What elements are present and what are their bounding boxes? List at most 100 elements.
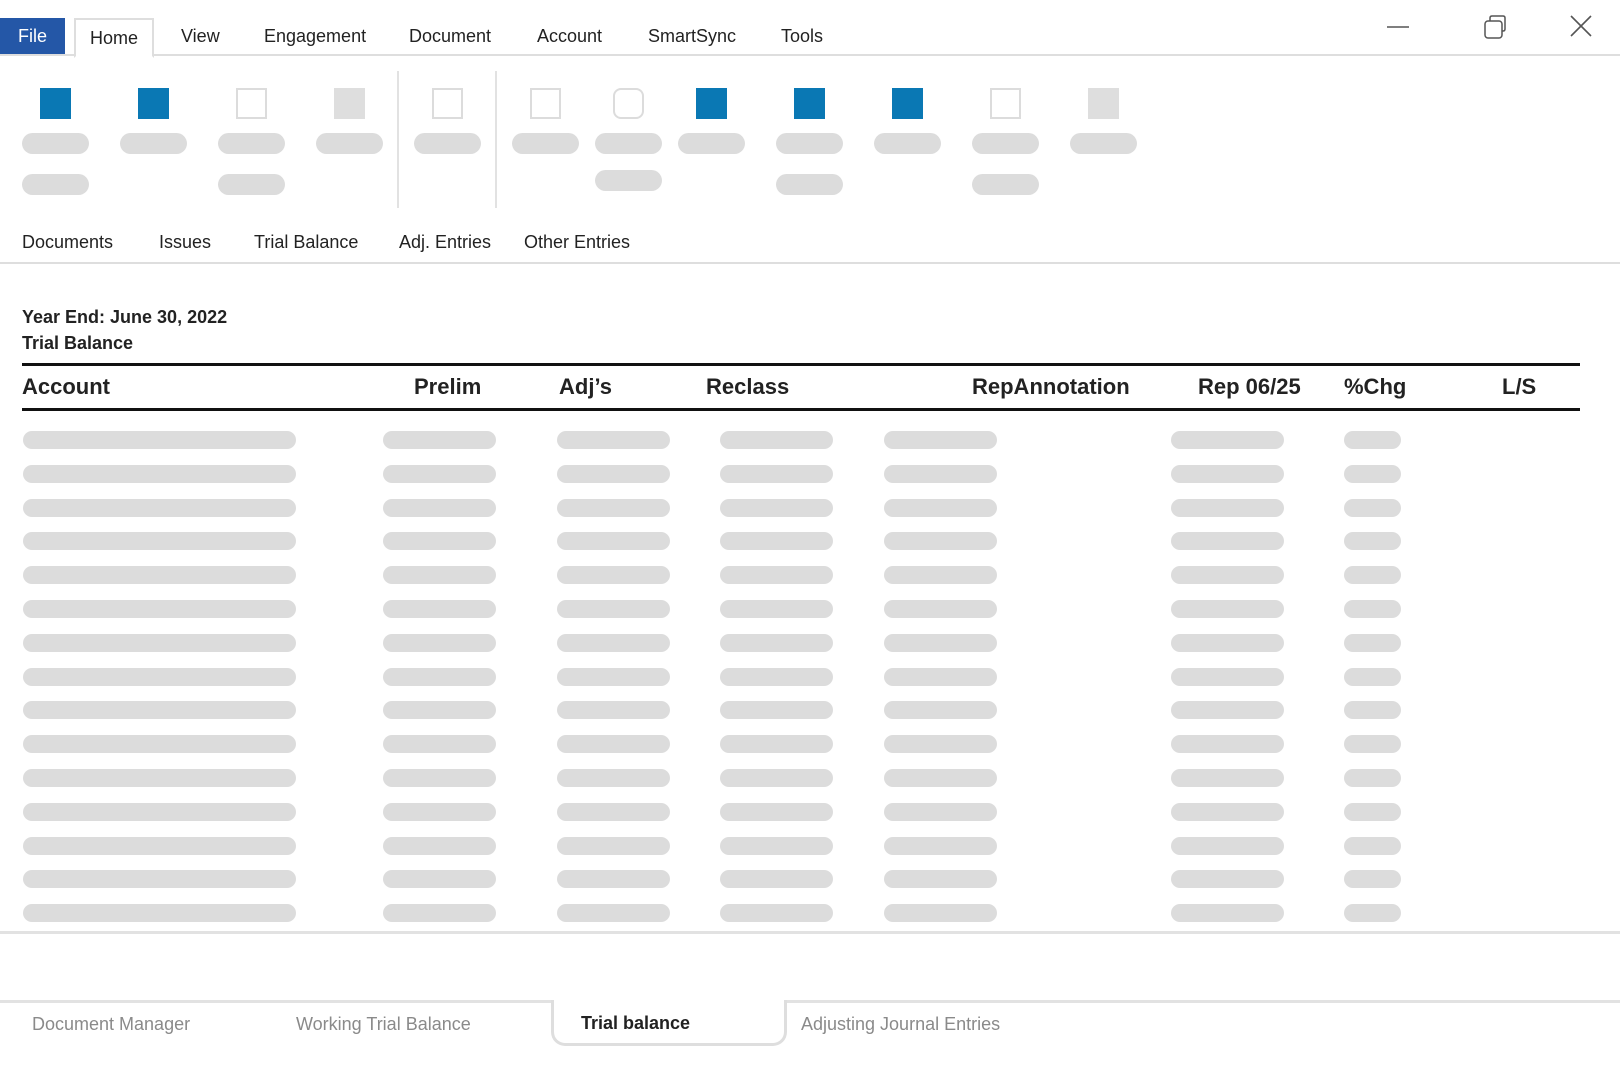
cell-placeholder-rep-0625: [1171, 735, 1284, 754]
cell-placeholder-prelim: [383, 633, 496, 652]
cell-placeholder-adjs: [557, 431, 670, 449]
cell-placeholder-account: [23, 904, 296, 923]
column-header-rep-annotation[interactable]: RepAnnotation: [972, 374, 1130, 400]
cell-placeholder-rep-annotation: [884, 769, 997, 787]
sheet-tab-trial-balance[interactable]: Trial balance: [551, 1000, 787, 1046]
cell-placeholder-rep-0625: [1171, 566, 1284, 585]
ribbon-button-10-label: [874, 133, 941, 154]
ribbon-separator: [397, 71, 399, 208]
cell-placeholder-account: [23, 870, 296, 889]
cell-placeholder-prelim: [383, 498, 496, 517]
cell-placeholder-account: [23, 735, 296, 754]
sheet-tab-line: [0, 1000, 551, 1003]
ribbon-button-3-icon: [236, 88, 267, 119]
menu-tools[interactable]: Tools: [781, 18, 823, 56]
sheet-tab-adjusting-journal-entries[interactable]: Adjusting Journal Entries: [801, 1014, 1000, 1035]
cell-placeholder-pct-chg: [1344, 802, 1401, 821]
cell-placeholder-adjs: [557, 870, 670, 889]
cell-placeholder-rep-0625: [1171, 431, 1284, 449]
cell-placeholder-rep-0625: [1171, 633, 1284, 652]
cell-placeholder-rep-annotation: [884, 464, 997, 483]
column-header-rep-0625[interactable]: Rep 06/25: [1198, 374, 1301, 400]
ribbon-button-6-icon: [530, 88, 561, 119]
column-header-prelim[interactable]: Prelim: [414, 374, 481, 400]
tab-documents[interactable]: Documents: [22, 232, 113, 253]
cell-placeholder-pct-chg: [1344, 532, 1401, 551]
ribbon-button-5-label: [414, 133, 481, 154]
column-header-ls[interactable]: L/S: [1502, 374, 1536, 400]
cell-placeholder-rep-annotation: [884, 735, 997, 754]
cell-placeholder-account: [23, 498, 296, 517]
minimize-icon: [1387, 26, 1409, 28]
tab-adj-entries[interactable]: Adj. Entries: [399, 232, 491, 253]
ribbon-separator: [495, 71, 497, 208]
ribbon-button-11-label: [972, 133, 1039, 154]
cell-placeholder-pct-chg: [1344, 498, 1401, 517]
column-header-pct-chg[interactable]: %Chg: [1344, 374, 1406, 400]
cell-placeholder-prelim: [383, 904, 496, 923]
cell-placeholder-pct-chg: [1344, 769, 1401, 787]
menu-smartsync[interactable]: SmartSync: [648, 18, 736, 56]
ribbon-button-10-icon: [892, 88, 923, 119]
cell-placeholder-prelim: [383, 701, 496, 720]
ribbon-button-7-label: [595, 133, 662, 154]
ribbon-button-3-label-2: [218, 174, 285, 195]
tab-trial-balance[interactable]: Trial Balance: [254, 232, 358, 253]
cell-placeholder-reclass: [720, 836, 833, 855]
cell-placeholder-pct-chg: [1344, 735, 1401, 754]
cell-placeholder-rep-annotation: [884, 532, 997, 551]
ribbon-button-1-label-2: [22, 174, 89, 195]
cell-placeholder-reclass: [720, 735, 833, 754]
column-header-reclass[interactable]: Reclass: [706, 374, 789, 400]
cell-placeholder-prelim: [383, 769, 496, 787]
column-header-adjs[interactable]: Adj’s: [559, 374, 612, 400]
cell-placeholder-pct-chg: [1344, 464, 1401, 483]
cell-placeholder-adjs: [557, 600, 670, 618]
cell-placeholder-account: [23, 566, 296, 585]
menu-document[interactable]: Document: [409, 18, 491, 56]
sheet-tab-working-trial-balance[interactable]: Working Trial Balance: [296, 1014, 471, 1035]
cell-placeholder-adjs: [557, 566, 670, 585]
ribbon-toolbar: [0, 56, 1620, 212]
column-header-account[interactable]: Account: [22, 374, 110, 400]
cell-placeholder-pct-chg: [1344, 904, 1401, 923]
cell-placeholder-rep-annotation: [884, 566, 997, 585]
menu-engagement[interactable]: Engagement: [264, 18, 366, 56]
ribbon-button-7-label-2: [595, 170, 662, 191]
tab-other-entries[interactable]: Other Entries: [524, 232, 630, 253]
cell-placeholder-account: [23, 701, 296, 720]
cell-placeholder-rep-annotation: [884, 633, 997, 652]
cell-placeholder-adjs: [557, 498, 670, 517]
menu-view[interactable]: View: [181, 18, 220, 56]
cell-placeholder-pct-chg: [1344, 633, 1401, 652]
ribbon-button-3-label: [218, 133, 285, 154]
cell-placeholder-reclass: [720, 498, 833, 517]
cell-placeholder-reclass: [720, 532, 833, 551]
cell-placeholder-rep-0625: [1171, 464, 1284, 483]
cell-placeholder-prelim: [383, 667, 496, 686]
menu-home[interactable]: Home: [74, 18, 154, 58]
ribbon-button-2-label: [120, 133, 187, 154]
menu-account[interactable]: Account: [537, 18, 602, 56]
close-button[interactable]: [1561, 10, 1601, 46]
cell-placeholder-account: [23, 431, 296, 449]
cell-placeholder-pct-chg: [1344, 431, 1401, 449]
cell-placeholder-reclass: [720, 600, 833, 618]
cell-placeholder-adjs: [557, 633, 670, 652]
cell-placeholder-rep-0625: [1171, 667, 1284, 686]
table-top-rule: [22, 363, 1580, 366]
ribbon-button-5-icon: [432, 88, 463, 119]
cell-placeholder-rep-0625: [1171, 904, 1284, 923]
sheet-tab-document-manager[interactable]: Document Manager: [32, 1014, 190, 1035]
sheet-tab-trial-balance-label: Trial balance: [581, 1013, 691, 1033]
restore-icon: [1484, 15, 1506, 39]
ribbon-button-2-icon: [138, 88, 169, 119]
menu-file[interactable]: File: [0, 18, 65, 54]
cell-placeholder-rep-0625: [1171, 870, 1284, 889]
restore-button[interactable]: [1475, 10, 1515, 46]
cell-placeholder-prelim: [383, 600, 496, 618]
cell-placeholder-rep-0625: [1171, 836, 1284, 855]
tab-issues[interactable]: Issues: [159, 232, 211, 253]
minimize-button[interactable]: [1378, 10, 1418, 46]
cell-placeholder-account: [23, 633, 296, 652]
